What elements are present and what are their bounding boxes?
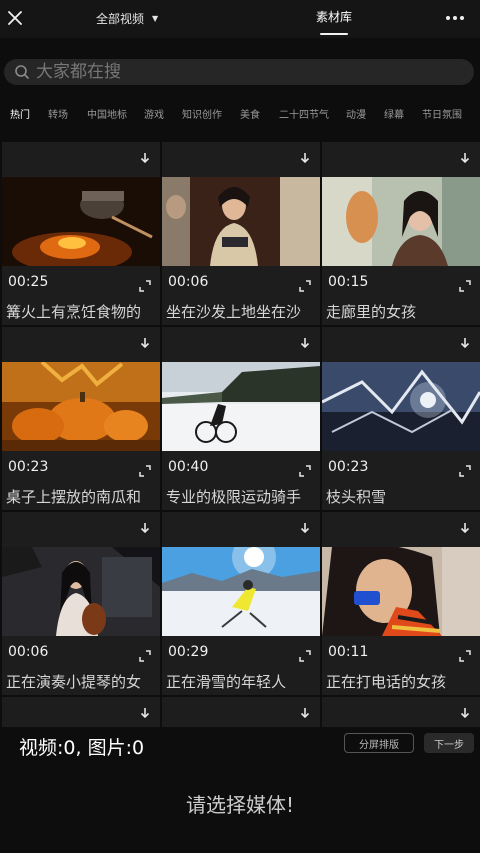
top-bar: 全部视频 ▼ 素材库: [0, 0, 480, 38]
media-title: 篝火上有烹饪食物的: [6, 303, 142, 321]
tab-library-label: 素材库: [316, 10, 353, 24]
empty-selection-hint: 请选择媒体!: [185, 793, 295, 817]
media-item-partial[interactable]: [322, 697, 480, 727]
media-item-partial[interactable]: [2, 697, 160, 727]
expand-icon[interactable]: [298, 279, 312, 293]
media-title: 桌子上摆放的南瓜和: [6, 488, 142, 506]
download-icon[interactable]: [298, 706, 312, 720]
download-icon[interactable]: [458, 336, 472, 350]
video-thumbnail: [322, 547, 480, 636]
category-landmark[interactable]: 中国地标: [87, 106, 127, 121]
download-icon[interactable]: [138, 706, 152, 720]
download-icon[interactable]: [298, 521, 312, 535]
category-green-screen[interactable]: 绿幕: [384, 106, 404, 121]
next-step-button[interactable]: 下一步: [424, 733, 474, 753]
duration-label: 00:25: [8, 274, 49, 290]
selection-counts: 视频:0, 图片:0: [19, 737, 145, 759]
video-thumbnail: [162, 547, 320, 636]
media-item[interactable]: 00:25 篝火上有烹饪食物的: [2, 142, 160, 325]
search-icon: [15, 65, 29, 79]
download-icon[interactable]: [458, 151, 472, 165]
video-thumbnail: [162, 362, 320, 451]
selection-panel: 视频:0, 图片:0 分屏排版 下一步 请选择媒体!: [0, 727, 480, 853]
category-game[interactable]: 游戏: [144, 106, 164, 121]
duration-label: 00:29: [168, 644, 209, 660]
category-transition[interactable]: 转场: [48, 106, 68, 121]
download-icon[interactable]: [458, 706, 472, 720]
search-bar[interactable]: [4, 59, 474, 85]
download-icon[interactable]: [298, 336, 312, 350]
video-thumbnail: [322, 362, 480, 451]
duration-label: 00:11: [328, 644, 369, 660]
media-scope-label: 全部视频: [96, 11, 145, 26]
expand-icon[interactable]: [298, 649, 312, 663]
media-title: 正在打电话的女孩: [326, 673, 447, 691]
expand-icon[interactable]: [458, 464, 472, 478]
media-item[interactable]: 00:06 坐在沙发上地坐在沙: [162, 142, 320, 325]
media-title: 坐在沙发上地坐在沙: [166, 303, 302, 321]
duration-label: 00:40: [168, 459, 209, 475]
duration-label: 00:06: [8, 644, 49, 660]
media-grid: 00:25 篝火上有烹饪食物的 00:06 坐在沙发上地坐在沙 00:15 走廊…: [0, 140, 480, 727]
expand-icon[interactable]: [298, 464, 312, 478]
download-icon[interactable]: [458, 521, 472, 535]
category-knowledge[interactable]: 知识创作: [182, 106, 222, 121]
video-thumbnail: [2, 547, 160, 636]
media-item[interactable]: 00:40 专业的极限运动骑手: [162, 327, 320, 510]
category-festival[interactable]: 节日氛围: [422, 106, 462, 121]
expand-icon[interactable]: [458, 649, 472, 663]
tab-library[interactable]: 素材库: [316, 8, 352, 38]
close-button[interactable]: [4, 3, 26, 33]
media-title: 枝头积雪: [326, 488, 387, 506]
expand-icon[interactable]: [458, 279, 472, 293]
media-item[interactable]: 00:06 正在演奏小提琴的女: [2, 512, 160, 695]
expand-icon[interactable]: [138, 279, 152, 293]
expand-icon[interactable]: [138, 464, 152, 478]
media-title: 正在演奏小提琴的女: [6, 673, 142, 691]
download-icon[interactable]: [298, 151, 312, 165]
duration-label: 00:06: [168, 274, 209, 290]
search-input[interactable]: [36, 60, 456, 84]
media-item[interactable]: 00:29 正在滑雪的年轻人: [162, 512, 320, 695]
category-solar-terms[interactable]: 二十四节气: [279, 106, 329, 121]
media-title: 专业的极限运动骑手: [166, 488, 302, 506]
media-item[interactable]: 00:15 走廊里的女孩: [322, 142, 480, 325]
media-item[interactable]: 00:23 桌子上摆放的南瓜和: [2, 327, 160, 510]
category-anime[interactable]: 动漫: [346, 106, 366, 121]
more-button[interactable]: [442, 8, 468, 28]
media-item[interactable]: 00:23 枝头积雪: [322, 327, 480, 510]
expand-icon[interactable]: [138, 649, 152, 663]
duration-label: 00:23: [328, 459, 369, 475]
split-layout-button[interactable]: 分屏排版: [344, 733, 414, 753]
category-food[interactable]: 美食: [240, 106, 260, 121]
category-tabs: 热门 转场 中国地标 游戏 知识创作 美食 二十四节气 动漫 绿幕 节日氛围: [0, 102, 480, 124]
duration-label: 00:15: [328, 274, 369, 290]
media-item-partial[interactable]: [162, 697, 320, 727]
download-icon[interactable]: [138, 151, 152, 165]
media-title: 正在滑雪的年轻人: [166, 673, 287, 691]
more-horizontal-icon: [446, 16, 464, 20]
video-thumbnail: [2, 362, 160, 451]
tab-active-indicator: [320, 33, 348, 35]
video-thumbnail: [162, 177, 320, 266]
download-icon[interactable]: [138, 521, 152, 535]
close-icon: [8, 11, 22, 25]
media-scope-dropdown[interactable]: 全部视频 ▼: [96, 8, 158, 28]
video-thumbnail: [322, 177, 480, 266]
media-title: 走廊里的女孩: [326, 303, 417, 321]
duration-label: 00:23: [8, 459, 49, 475]
download-icon[interactable]: [138, 336, 152, 350]
category-hot[interactable]: 热门: [10, 106, 30, 121]
video-thumbnail: [2, 177, 160, 266]
media-item[interactable]: 00:11 正在打电话的女孩: [322, 512, 480, 695]
caret-down-icon: ▼: [152, 13, 159, 23]
